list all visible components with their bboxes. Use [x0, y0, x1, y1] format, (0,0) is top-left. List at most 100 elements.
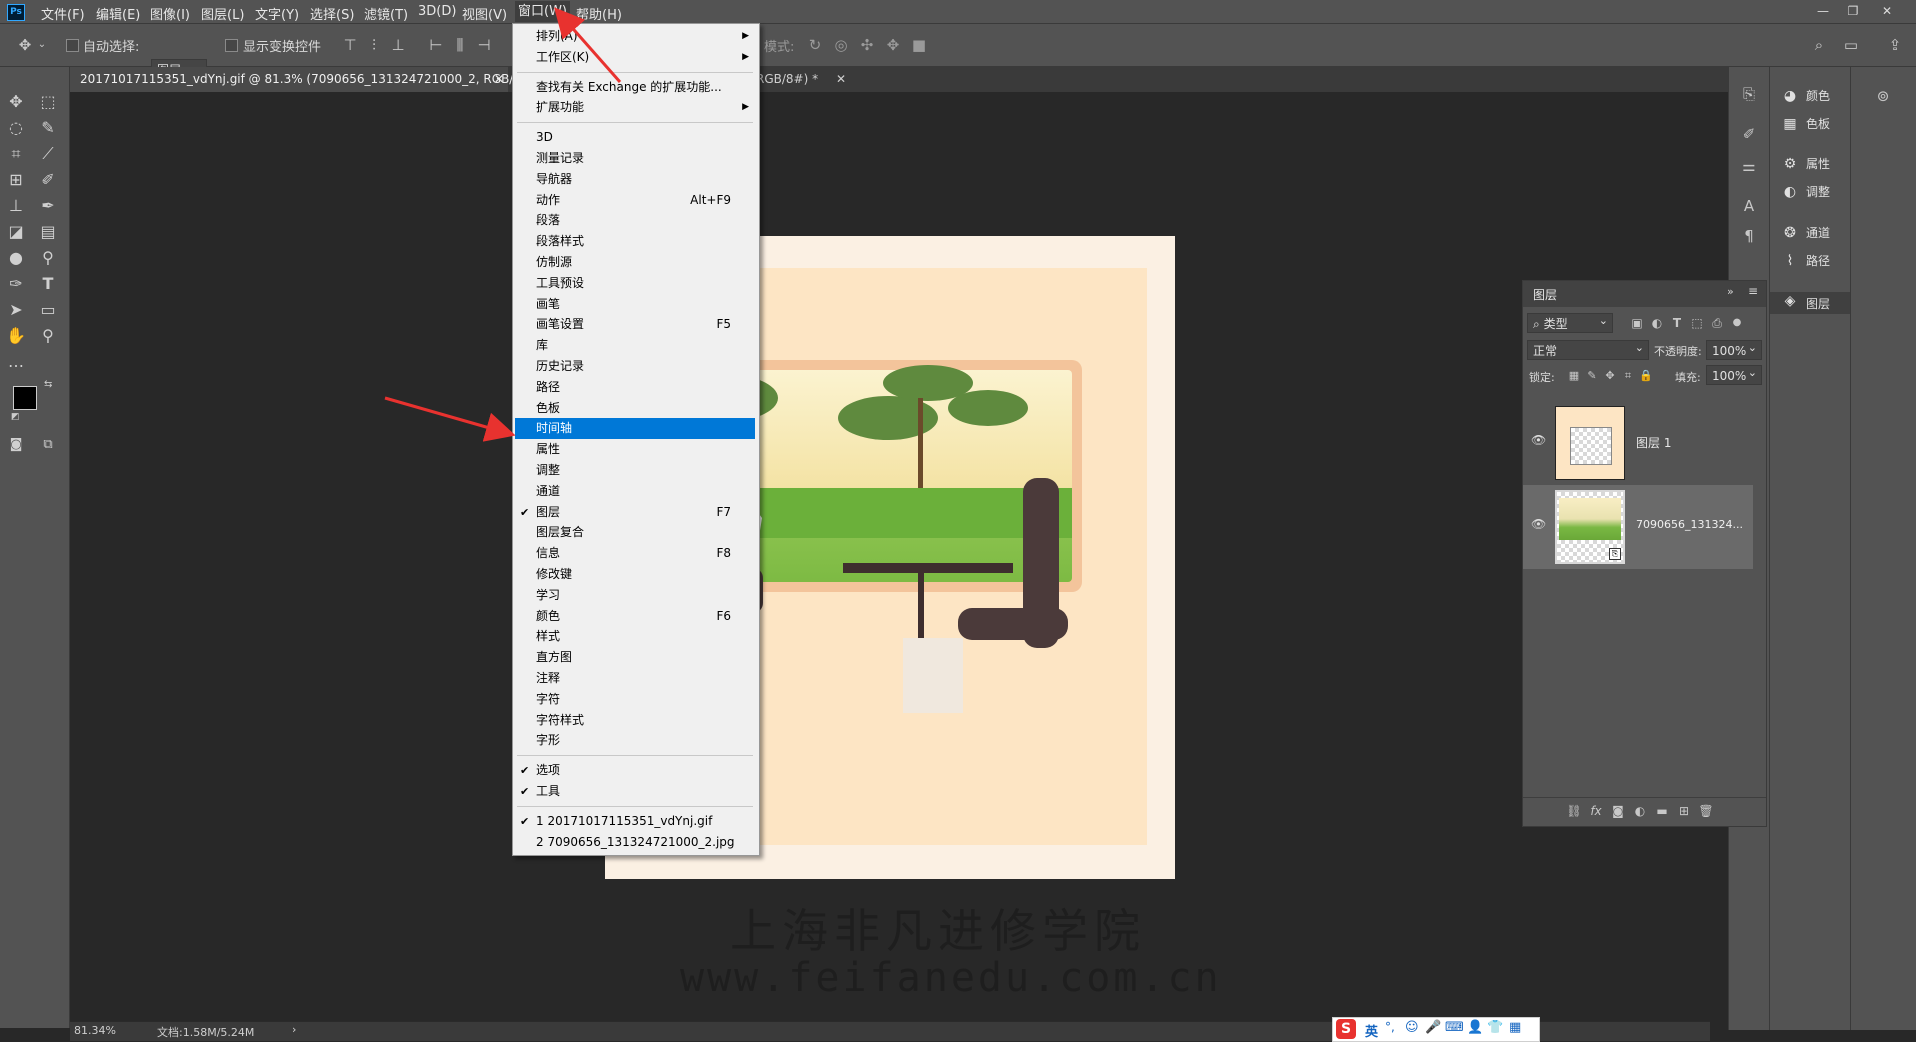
menu-3d[interactable]: 3D(D) — [418, 4, 456, 19]
ime-user-icon[interactable]: 👤 — [1467, 1020, 1483, 1035]
3d-pan-icon[interactable]: ✣ — [858, 36, 876, 54]
window-menu-item[interactable]: 测量记录 — [515, 148, 755, 169]
window-menu-item[interactable]: 仿制源 — [515, 252, 755, 273]
character-panel-icon[interactable]: A — [1739, 197, 1759, 215]
history-panel-icon[interactable]: ⎘ — [1739, 85, 1759, 103]
ime-voice-icon[interactable]: 🎤 — [1425, 1020, 1441, 1035]
layer-style-icon[interactable]: fx — [1587, 802, 1605, 820]
brush-settings-panel-icon[interactable]: ✐ — [1739, 125, 1759, 143]
more-tools-icon[interactable]: … — [3, 350, 29, 374]
window-menu-item[interactable]: 修改键 — [515, 564, 755, 585]
restore-button[interactable]: ❐ — [1844, 2, 1862, 20]
window-menu-item[interactable]: 动作 Alt+F9 — [515, 190, 755, 211]
quick-mask-icon[interactable]: ◙ — [3, 433, 29, 457]
eyedropper-tool-icon[interactable]: ⟋ — [35, 142, 61, 166]
window-menu-item[interactable]: 工具预设 — [515, 273, 755, 294]
ime-language-toggle[interactable]: 英 — [1365, 1021, 1378, 1040]
new-layer-icon[interactable]: ⊞ — [1675, 802, 1693, 820]
menu-filter[interactable]: 滤镜(T) — [364, 4, 408, 23]
window-menu-item[interactable]: ✔ 选项 — [515, 760, 755, 781]
align-left-icon[interactable]: ⊢ — [428, 36, 444, 54]
screen-mode-icon[interactable]: ⧉ — [35, 433, 61, 457]
add-mask-icon[interactable]: ◙ — [1609, 802, 1627, 820]
zoom-tool-icon[interactable]: ⚲ — [35, 324, 61, 348]
menu-layer[interactable]: 图层(L) — [201, 4, 244, 23]
lock-image-icon[interactable]: ✎ — [1585, 367, 1599, 385]
ime-emoji-icon[interactable]: ☺ — [1405, 1020, 1419, 1035]
align-vcenter-icon[interactable]: ⫶ — [366, 36, 382, 54]
window-menu-item[interactable]: 信息 F8 — [515, 543, 755, 564]
filter-smart-object-icon[interactable]: ⎙ — [1709, 314, 1725, 332]
align-bottom-icon[interactable]: ⊥ — [390, 36, 406, 54]
hand-tool-icon[interactable]: ✋ — [3, 324, 29, 348]
window-menu-item[interactable]: 2 7090656_131324721000_2.jpg — [515, 832, 755, 853]
search-icon[interactable]: ⌕ — [1810, 36, 1828, 54]
window-menu-item[interactable]: 查找有关 Exchange 的扩展功能... — [515, 77, 755, 98]
blend-mode-dropdown[interactable]: 正常 — [1527, 338, 1649, 360]
window-menu-item[interactable]: 样式 — [515, 626, 755, 647]
move-tool-icon[interactable]: ✥ — [3, 90, 29, 114]
panel-button-layers[interactable]: ◈ 图层 — [1770, 292, 1850, 314]
ime-punctuation-icon[interactable]: °, — [1385, 1020, 1395, 1034]
new-adjustment-layer-icon[interactable]: ◐ — [1631, 802, 1649, 820]
layer-row[interactable]: 👁 图层 1 — [1523, 401, 1753, 485]
window-menu-item[interactable]: 直方图 — [515, 647, 755, 668]
fill-field[interactable]: 100% — [1706, 363, 1762, 385]
window-menu-item[interactable]: 排列(A) ▶ — [515, 26, 755, 47]
blur-tool-icon[interactable]: ● — [3, 246, 29, 270]
menu-image[interactable]: 图像(I) — [150, 4, 190, 23]
tab-document-1[interactable]: 20171017115351_vdYnj.gif @ 81.3% (709065… — [70, 67, 535, 92]
window-menu-item[interactable]: 色板 — [515, 398, 755, 419]
ime-toolbox-icon[interactable]: ▦ — [1509, 1020, 1521, 1035]
lock-transparent-icon[interactable]: ▦ — [1567, 367, 1581, 385]
ime-skin-icon[interactable]: 👕 — [1487, 1020, 1503, 1035]
gradient-tool-icon[interactable]: ▤ — [35, 220, 61, 244]
menu-edit[interactable]: 编辑(E) — [96, 4, 140, 23]
marquee-tool-icon[interactable]: ⬚ — [35, 90, 61, 114]
window-menu-item[interactable]: 图层复合 — [515, 522, 755, 543]
layer-filter-dropdown[interactable]: ⌕ 类型 — [1527, 311, 1613, 333]
3d-orbit-icon[interactable]: ↻ — [806, 36, 824, 54]
close-button[interactable]: ✕ — [1878, 2, 1896, 20]
visibility-eye-icon[interactable]: 👁 — [1531, 517, 1546, 531]
tab-close-icon[interactable]: ✕ — [836, 67, 846, 92]
window-menu-item[interactable]: 属性 — [515, 439, 755, 460]
sogou-logo-icon[interactable]: S — [1336, 1019, 1356, 1039]
filter-adjustment-icon[interactable]: ◐ — [1649, 314, 1665, 332]
paragraph-panel-icon[interactable]: ¶ — [1739, 227, 1759, 245]
window-menu-item[interactable]: 字符 — [515, 689, 755, 710]
eraser-tool-icon[interactable]: ◪ — [3, 220, 29, 244]
filter-toggle-icon[interactable]: ● — [1729, 314, 1745, 332]
window-menu-item[interactable]: 导航器 — [515, 169, 755, 190]
menu-select[interactable]: 选择(S) — [310, 4, 354, 23]
tab-document-2[interactable]: RGB/8#) * ✕ — [752, 67, 862, 92]
creative-cloud-icon[interactable]: ⊚ — [1871, 87, 1895, 105]
link-layers-icon[interactable]: ⛓ — [1565, 802, 1583, 820]
ime-keyboard-icon[interactable]: ⌨ — [1445, 1020, 1464, 1035]
share-icon[interactable]: ⇪ — [1886, 36, 1904, 54]
quick-select-tool-icon[interactable]: ✎ — [35, 116, 61, 140]
window-menu-item[interactable]: ✔ 1 20171017115351_vdYnj.gif — [515, 811, 755, 832]
layer-name[interactable]: 图层 1 — [1636, 434, 1671, 451]
minimize-button[interactable]: — — [1814, 2, 1832, 20]
dodge-tool-icon[interactable]: ⚲ — [35, 246, 61, 270]
filter-pixel-icon[interactable]: ▣ — [1629, 314, 1645, 332]
window-menu-item[interactable]: 画笔设置 F5 — [515, 314, 755, 335]
3d-scale-icon[interactable]: ■ — [910, 36, 928, 54]
swap-colors-icon[interactable]: ⇆ — [44, 379, 52, 390]
filter-type-icon[interactable]: T — [1669, 314, 1685, 332]
panel-button-adjustments[interactable]: ◐ 调整 — [1770, 183, 1850, 203]
window-menu-item[interactable]: 通道 — [515, 481, 755, 502]
path-select-tool-icon[interactable]: ➤ — [3, 298, 29, 322]
window-menu-item[interactable]: ✔ 工具 — [515, 781, 755, 802]
show-transform-checkbox[interactable] — [225, 39, 238, 52]
window-menu-item[interactable]: 字符样式 — [515, 710, 755, 731]
photoshop-logo[interactable]: Ps — [7, 4, 25, 21]
panel-button-paths[interactable]: ⌇ 路径 — [1770, 252, 1850, 272]
lasso-tool-icon[interactable]: ◌ — [3, 116, 29, 140]
window-menu-item[interactable]: 调整 — [515, 460, 755, 481]
window-menu-item[interactable]: 段落样式 — [515, 231, 755, 252]
panel-button-swatches[interactable]: ▦ 色板 — [1770, 115, 1850, 135]
window-menu-item[interactable]: 字形 — [515, 730, 755, 751]
move-tool-icon[interactable]: ✥ — [14, 36, 36, 54]
